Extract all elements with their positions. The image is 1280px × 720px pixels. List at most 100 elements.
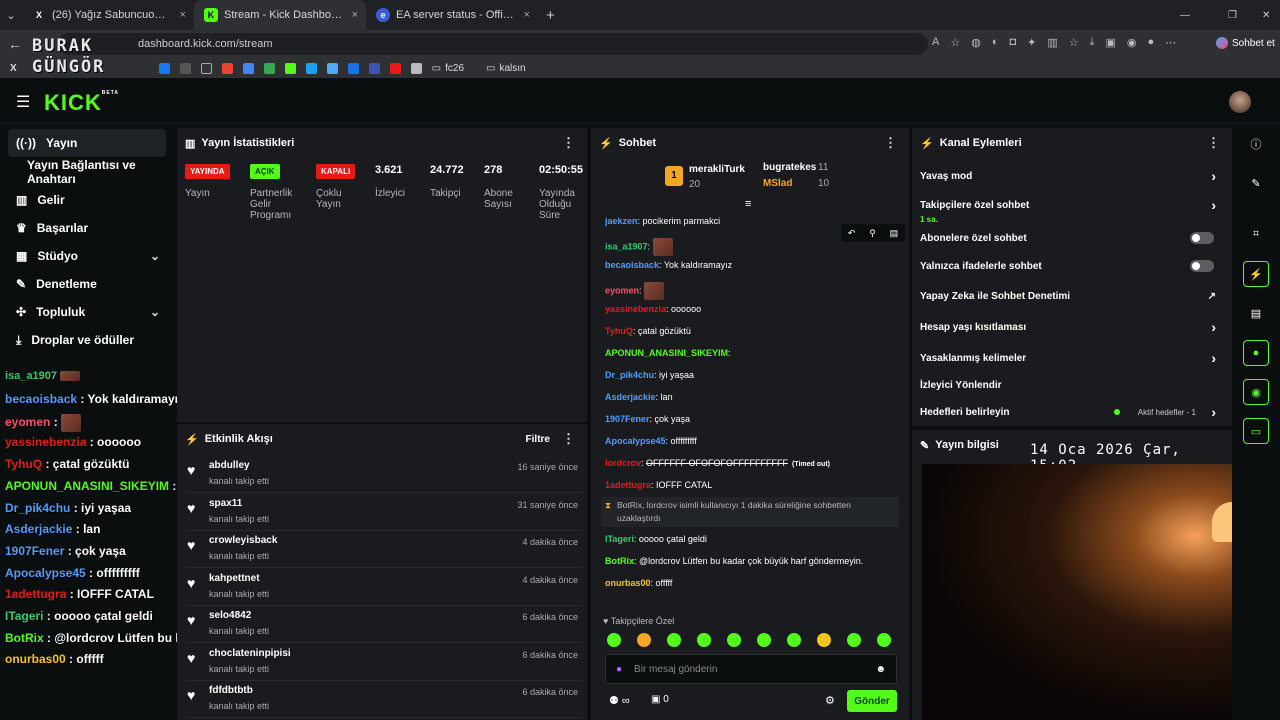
edit-icon[interactable]: ✎: [1243, 170, 1269, 196]
more-icon[interactable]: ⋯: [1165, 36, 1176, 49]
tab-twitter[interactable]: X (26) Yağız Sabuncuoğlu (@yagosa... ×: [22, 0, 194, 30]
url-field[interactable]: dashboard.kick.com/stream: [58, 33, 928, 55]
more-options-icon[interactable]: ⋮: [884, 135, 897, 151]
emote-button[interactable]: [847, 633, 861, 647]
sidebar-item-yayin[interactable]: ((·)) Yayın: [8, 129, 166, 157]
emote-button[interactable]: [877, 633, 891, 647]
bookmark-icon[interactable]: [284, 62, 296, 74]
bookmark-folder-kalsin[interactable]: ▭ kalsın: [486, 63, 526, 74]
sidebar-item-gelir[interactable]: ▥ Gelir: [0, 186, 176, 214]
user-avatar[interactable]: [1229, 91, 1251, 113]
more-options-icon[interactable]: ⋮: [562, 431, 575, 447]
chat-username[interactable]: lordcrov: [605, 458, 641, 468]
bookmark-icon[interactable]: [242, 62, 254, 74]
event-user[interactable]: choclateninpipisi: [209, 648, 291, 659]
sync-icon[interactable]: ◐: [992, 36, 999, 49]
bookmark-icon[interactable]: [158, 62, 170, 74]
chat-message[interactable]: Apocalypse45: offfffffff: [605, 436, 697, 446]
chat-message[interactable]: lordcrov: OFFFFFF OFOFOFOFFFFFFFFFF (Time…: [605, 458, 830, 468]
chat-message[interactable]: 1907Fener: çok yaşa: [605, 414, 690, 424]
kick-logo[interactable]: KICKBETA: [44, 90, 119, 116]
chat-message[interactable]: jaekzen: pocikerim parmakci: [605, 216, 720, 226]
chat-message[interactable]: eyomen:: [605, 282, 665, 300]
channel-action-row[interactable]: Yapay Zeka ile Sohbet Denetimi ↗: [912, 282, 1228, 310]
chat-input[interactable]: ● Bir mesaj gönderin ☻: [605, 654, 897, 684]
reply-icon[interactable]: ↶: [848, 228, 856, 239]
restore-button[interactable]: ❐: [1228, 10, 1237, 21]
tab-list-icon[interactable]: ⌄: [0, 9, 22, 22]
chat-username[interactable]: 1adettugra: [605, 480, 651, 490]
chat-username[interactable]: becaoisback: [605, 260, 659, 270]
channel-action-row[interactable]: Yavaş mod ›: [912, 162, 1228, 190]
emote-button[interactable]: [727, 633, 741, 647]
bookmark-icon[interactable]: [263, 62, 275, 74]
chevron-down-icon[interactable]: ⌄: [150, 305, 160, 319]
emote-button[interactable]: [607, 633, 621, 647]
screenshot-icon[interactable]: ▣: [1106, 36, 1116, 49]
send-button[interactable]: Gönder: [847, 690, 897, 712]
new-tab-button[interactable]: +: [546, 7, 555, 24]
extension-icon[interactable]: ◍: [971, 36, 981, 49]
chat-message[interactable]: TyhuQ: çatal gözüktü: [605, 326, 691, 336]
trash-icon[interactable]: ▤: [890, 228, 899, 239]
event-user[interactable]: fdfdbtbtb: [209, 685, 253, 696]
settings-gear-icon[interactable]: ⚙: [825, 694, 835, 707]
event-user[interactable]: kahpettnet: [209, 573, 260, 584]
chat-username[interactable]: yassinebenzia: [605, 304, 666, 314]
broadcast-icon[interactable]: ◉: [1243, 379, 1269, 405]
puzzle-icon[interactable]: ✦: [1027, 36, 1036, 49]
chat-username[interactable]: onurbas00: [605, 578, 651, 588]
chat-message[interactable]: becaoisback: Yok kaldıramayız: [605, 260, 732, 270]
chat-username[interactable]: ITageri: [605, 534, 634, 544]
chat-username[interactable]: isa_a1907: [605, 241, 648, 251]
channel-action-row[interactable]: İzleyici Yönlendir: [912, 371, 1228, 399]
event-user[interactable]: spax11: [209, 498, 242, 509]
bookmark-icon[interactable]: [326, 62, 338, 74]
channel-action-row[interactable]: Yalnızca ifadelerle sohbet: [912, 252, 1228, 280]
chevron-down-icon[interactable]: ⌄: [150, 249, 160, 263]
sidebar-item-denetleme[interactable]: ✎ Denetleme: [0, 270, 176, 298]
viewers-infinity-icon[interactable]: ⚉ ∞: [609, 694, 630, 707]
pin-icon[interactable]: ⚲: [869, 228, 876, 239]
read-aloud-icon[interactable]: A: [932, 36, 939, 49]
back-icon[interactable]: ←: [8, 36, 22, 52]
favorite-star-icon[interactable]: ☆: [950, 36, 960, 49]
camera-icon[interactable]: ◘: [1009, 36, 1016, 49]
tab-ea-help[interactable]: e EA server status - Official EA Help ×: [366, 0, 538, 30]
copilot-button[interactable]: Sohbet et: [1216, 37, 1275, 49]
emote-button[interactable]: [787, 633, 801, 647]
sidebar-item-droplar[interactable]: ⤓ Droplar ve ödüller: [0, 326, 176, 354]
collections-icon[interactable]: ☆: [1069, 36, 1079, 49]
sidebar-item-basarilar[interactable]: ♛ Başarılar: [0, 214, 176, 242]
close-icon[interactable]: ×: [352, 9, 358, 21]
bookmark-icon[interactable]: [389, 62, 401, 74]
event-user[interactable]: crowleyisback: [209, 535, 277, 546]
window-close-button[interactable]: ✕: [1262, 10, 1270, 21]
download-icon[interactable]: ⤓: [1090, 36, 1095, 49]
chat-message[interactable]: ITageri: ooooo çatal geldi: [605, 534, 707, 544]
chat-bubble-icon[interactable]: ●: [1243, 340, 1269, 366]
chat-username[interactable]: jaekzen: [605, 216, 638, 226]
more-options-icon[interactable]: ⋮: [1207, 135, 1220, 151]
chat-message[interactable]: Asderjackie: lan: [605, 392, 673, 402]
sidebar-item-studyo[interactable]: ▦ Stüdyo ⌄: [0, 242, 176, 270]
emoji-icon[interactable]: ☻: [875, 664, 886, 675]
chat-username[interactable]: eyomen: [605, 285, 639, 295]
shield-icon[interactable]: ◉: [1127, 36, 1137, 49]
emote-button[interactable]: [697, 633, 711, 647]
bookmark-icon[interactable]: [200, 62, 212, 74]
chat-message[interactable]: BotRix: @lordcrov Lütfen bu kadar çok bü…: [605, 556, 863, 566]
channel-action-row[interactable]: Abonelere özel sohbet: [912, 224, 1228, 252]
emote-button[interactable]: [757, 633, 771, 647]
event-user[interactable]: selo4842: [209, 610, 251, 621]
close-icon[interactable]: ×: [524, 9, 530, 21]
info-icon[interactable]: ⓘ: [1243, 131, 1269, 157]
sidebar-item-topluluk[interactable]: ✣ Topluluk ⌄: [0, 298, 176, 326]
emote-button[interactable]: [637, 633, 651, 647]
pinned-toggle-icon[interactable]: ≡: [745, 198, 751, 210]
split-screen-icon[interactable]: ▥: [1047, 36, 1057, 49]
sidebar-item-stream-key[interactable]: Yayın Bağlantısı ve Anahtarı: [0, 158, 176, 186]
chat-username[interactable]: BotRix: [605, 556, 634, 566]
close-icon[interactable]: ×: [180, 9, 186, 21]
chat-username[interactable]: Apocalypse45: [605, 436, 666, 446]
